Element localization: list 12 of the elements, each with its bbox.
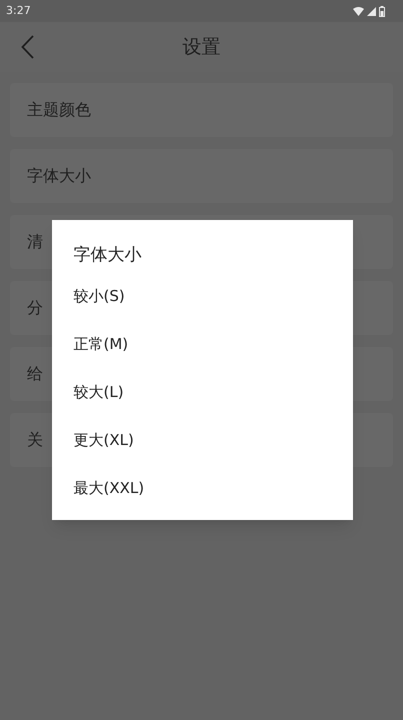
back-icon[interactable] xyxy=(21,35,34,59)
dialog-title: 字体大小 xyxy=(74,244,142,267)
font-size-option[interactable]: 正常(M) xyxy=(74,320,330,368)
battery-icon xyxy=(379,6,385,16)
signal-icon xyxy=(367,6,376,16)
wifi-icon xyxy=(353,6,364,16)
font-size-option[interactable]: 较小(S) xyxy=(74,272,330,320)
page-title: 设置 xyxy=(182,34,220,60)
status-time: 3:27 xyxy=(6,2,31,19)
font-size-option[interactable]: 最大(XXL) xyxy=(74,464,330,512)
font-size-option[interactable]: 较大(L) xyxy=(74,368,330,416)
font-size-option[interactable]: 更大(XL) xyxy=(74,416,330,464)
